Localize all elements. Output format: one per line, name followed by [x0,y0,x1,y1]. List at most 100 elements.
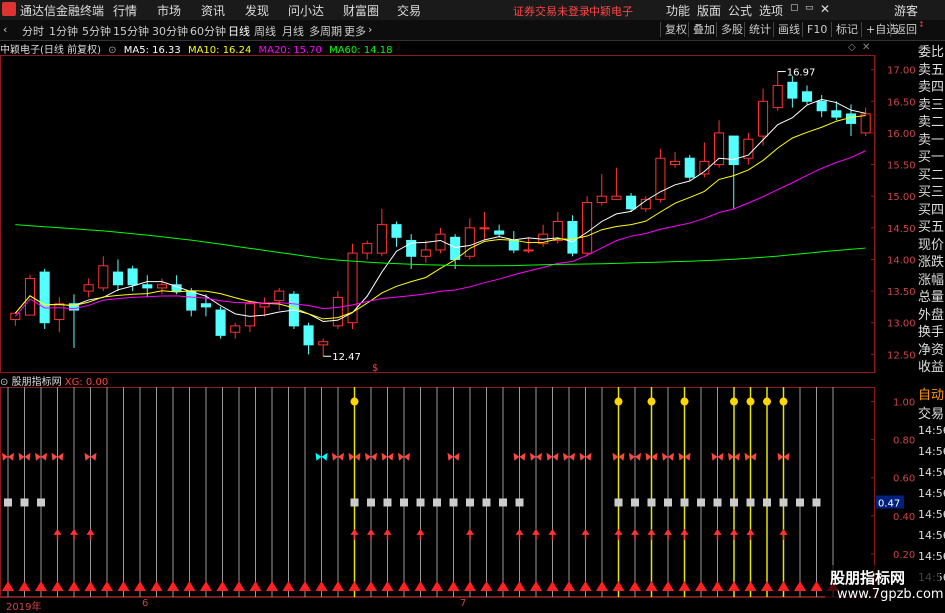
trade-time: 14:56 [918,445,945,458]
side-panel-label[interactable]: 卖二 [918,111,945,130]
signal-square [697,498,705,507]
side-panel-label[interactable]: 买二 [918,164,945,183]
tab-period-weekly[interactable]: 周线 [254,23,276,39]
buy-triangle-icon [299,581,311,591]
menu-options[interactable]: 选项 [759,2,783,19]
buy-triangle-icon [414,581,427,591]
login-status[interactable]: 证券交易未登录 [513,3,590,19]
side-panel-label[interactable]: 买五 [918,216,945,235]
menu-layout[interactable]: 版面 [697,2,721,19]
close-chart-icon[interactable]: ✕ [862,42,870,53]
side-panel-label[interactable]: 卖一 [918,129,945,148]
side-panel-label[interactable]: 买一 [918,146,945,165]
tab-period-multi[interactable]: 多周期 [309,23,342,39]
prev-arrow-icon[interactable]: ‹ [3,23,7,36]
side-panel-label[interactable]: 收益 [918,356,945,375]
window-restore-icon[interactable]: ▭ [805,3,814,13]
buy-triangle-icon [431,581,443,591]
multi-stock-button[interactable]: 多股 [716,22,747,37]
buy-triangle-icon [662,581,674,591]
side-panel-label[interactable]: 买四 [918,199,945,218]
side-panel-label[interactable]: 总量 [918,286,945,305]
side-panel-label[interactable]: 卖四 [918,76,945,95]
trade-time: 14:56 [918,508,945,521]
guest-label[interactable]: 游客 [894,2,918,19]
y-tick-label: 14.00 [887,255,916,266]
tab-period-1min[interactable]: 1分钟 [49,23,78,39]
candlestick-chart[interactable]: 17.00 16.50 16.00 15.50 15.00 14.50 14.00 13.50… [0,55,918,373]
candle-body [244,303,255,327]
y-tick-label: 15.50 [887,161,916,172]
buy-triangle-icon [447,581,460,591]
tab-period-monthly[interactable]: 月线 [282,23,304,39]
menu-item-wealth[interactable]: 财富圈 [343,2,379,19]
menu-function[interactable]: 功能 [666,2,690,19]
indicator-tick-label: 1.00 [893,398,915,409]
up-arrow-icon [350,528,359,535]
candle-body [494,230,505,235]
tab-period-timeshare[interactable]: 分时 [22,23,44,39]
back-button[interactable]: 返回 [890,22,921,37]
candle-body [127,268,138,286]
side-panel-label[interactable]: 卖三 [918,94,945,113]
signal-dot [779,397,788,406]
signal-dot [730,397,738,406]
side-panel-label[interactable]: 买三 [918,181,945,200]
candle-body [684,157,695,178]
menu-item-discover[interactable]: 发现 [245,2,269,19]
side-panel-label[interactable]: 委比 [918,41,945,60]
window-min-icon[interactable]: ▢ [790,3,799,13]
candle-body [186,290,197,311]
overlay-button[interactable]: 叠加 [688,22,719,37]
more-dropdown-icon[interactable]: › [368,23,372,36]
menu-item-market[interactable]: 市场 [157,2,181,19]
close-icon[interactable]: ✕ [820,2,830,16]
candle-body [450,236,461,260]
signal-square [4,498,12,507]
tab-period-15min[interactable]: 15分钟 [113,23,149,39]
auto-label[interactable]: 自动 [918,384,945,403]
statistics-button[interactable]: 统计 [744,22,775,37]
candle-body [362,243,373,254]
buy-triangle-icon [216,581,229,591]
mark-button[interactable]: 标记 [831,22,862,37]
menu-item-news[interactable]: 资讯 [201,2,225,19]
signal-square [812,498,821,507]
tab-period-daily[interactable]: 日线 [228,23,250,39]
buy-triangle-icon [645,581,658,591]
tab-period-more[interactable]: 更多 [344,23,366,39]
diamond-icon[interactable]: ◇ [848,42,856,53]
side-panel-label[interactable]: 涨幅 [918,269,945,288]
up-arrow-icon [367,528,375,535]
tab-period-30min[interactable]: 30分钟 [152,23,188,39]
draw-line-button[interactable]: 画线 [773,22,804,37]
low-label: 12.47 [332,352,361,363]
buy-triangle-icon [629,581,641,591]
y-tick-label: 16.00 [887,129,916,140]
tab-period-60min[interactable]: 60分钟 [190,23,226,39]
menu-item-quotes[interactable]: 行情 [113,2,137,19]
up-arrow-icon [746,528,755,535]
buy-triangle-icon [2,581,14,591]
side-panel-label[interactable]: 净资 [918,339,945,358]
rights-button[interactable]: 复权 [660,22,691,37]
side-panel-label[interactable]: 现价 [918,234,945,253]
menu-item-trade[interactable]: 交易 [397,2,421,19]
candle-body [318,341,329,346]
f10-button[interactable]: F10 [802,22,831,37]
buy-triangle-icon [464,581,476,591]
up-arrow-icon [779,528,788,535]
side-panel-label[interactable]: 外盘 [918,304,945,323]
menu-item-assistant[interactable]: 问小达 [288,2,324,19]
trade-time: 14:56 [918,487,945,500]
trade-label[interactable]: 交易 [918,403,945,422]
side-panel-label[interactable]: 卖五 [918,59,945,78]
indicator-chart[interactable]: 1.00 0.80 0.60 0.40 0.20 0.47 [0,387,918,597]
candle-body [816,100,827,112]
signal-square [763,498,771,507]
candle-body [464,227,475,257]
menu-formula[interactable]: 公式 [728,2,752,19]
side-panel-label[interactable]: 涨跌 [918,251,945,270]
side-panel-label[interactable]: 换手 [918,321,945,340]
tab-period-5min[interactable]: 5分钟 [82,23,111,39]
